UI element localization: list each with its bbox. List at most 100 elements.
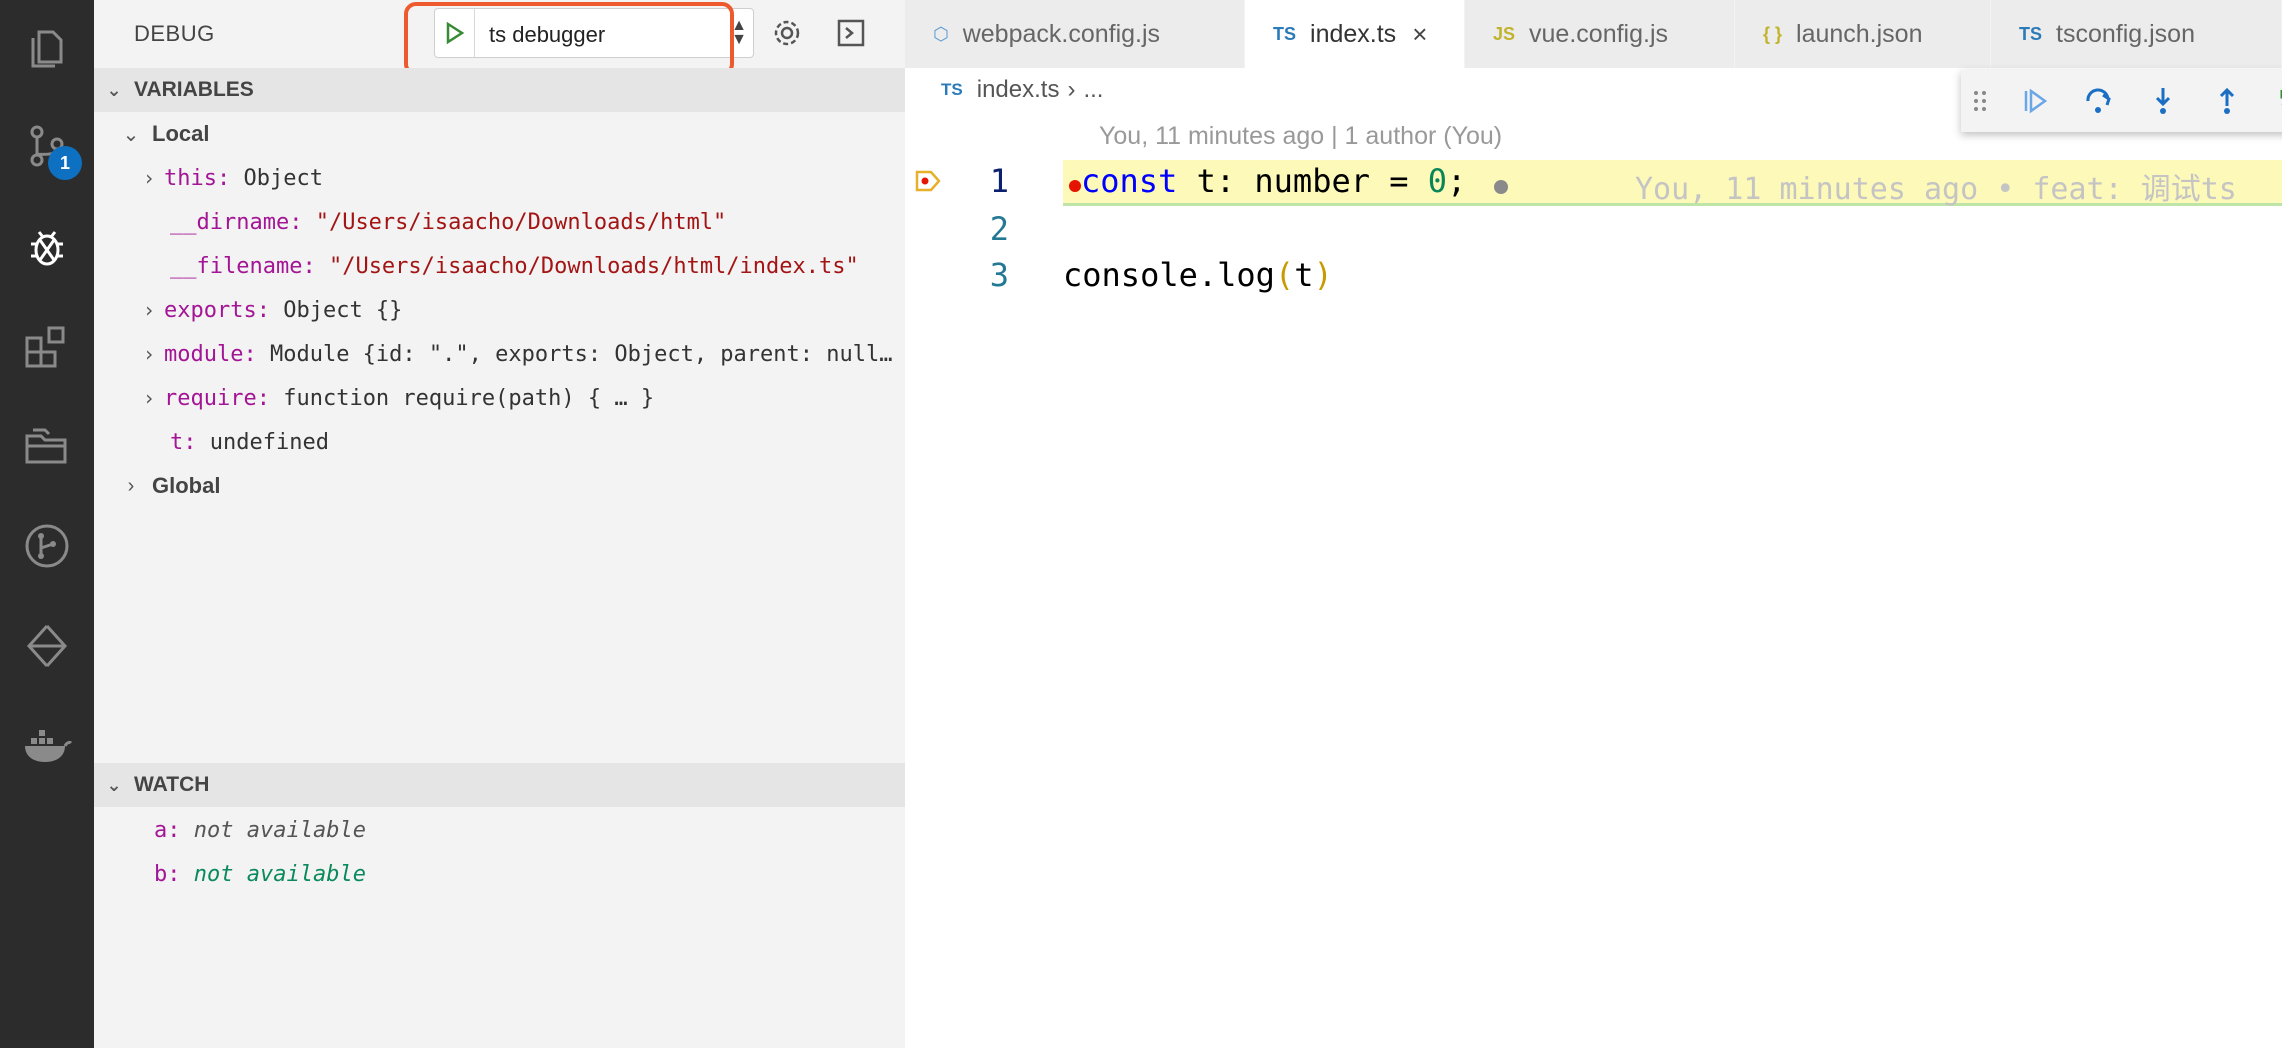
- variable-dirname[interactable]: __dirname: "/Users/isaacho/Downloads/htm…: [94, 200, 905, 244]
- drag-handle-icon[interactable]: [1967, 79, 1993, 123]
- debug-header: DEBUG ts debugger ▲ ▼: [94, 0, 905, 76]
- variable-name: __dirname:: [170, 209, 303, 235]
- variable-name: exports:: [164, 297, 270, 323]
- watch-section-header[interactable]: ⌄ WATCH: [94, 763, 905, 807]
- variable-value: "/Users/isaacho/Downloads/html/index.ts": [328, 253, 859, 279]
- remote-icon[interactable]: [19, 618, 75, 674]
- variable-filename[interactable]: __filename: "/Users/isaacho/Downloads/ht…: [94, 244, 905, 288]
- tab-label: launch.json: [1796, 19, 1923, 48]
- tab-label: vue.config.js: [1529, 19, 1668, 48]
- tab-launch-json[interactable]: { } launch.json: [1735, 0, 1991, 68]
- variable-name: this:: [164, 165, 231, 191]
- watch-name: a:: [154, 817, 181, 843]
- typescript-icon: TS: [941, 80, 963, 99]
- close-icon[interactable]: ×: [1412, 19, 1427, 50]
- tab-index-ts[interactable]: TS index.ts ×: [1245, 0, 1465, 68]
- variable-name: module:: [164, 341, 257, 367]
- restart-button[interactable]: [2269, 79, 2282, 123]
- code-segment: t: number =: [1177, 162, 1428, 200]
- annotation-highlight: [404, 2, 734, 76]
- step-out-button[interactable]: [2205, 79, 2249, 123]
- scope-local-label: Local: [152, 121, 210, 146]
- variable-value: function require(path) { … }: [283, 385, 655, 411]
- debug-icon[interactable]: [19, 220, 75, 276]
- code-segment: console.log: [1063, 256, 1275, 294]
- webpack-icon: ⬡: [933, 23, 949, 44]
- debug-toolbar: [1961, 70, 2282, 132]
- variable-name: require:: [164, 385, 270, 411]
- paren: (: [1274, 256, 1295, 294]
- folders-icon[interactable]: [19, 418, 75, 474]
- code-segment: t: [1294, 256, 1314, 294]
- variable-value: "/Users/isaacho/Downloads/html": [315, 209, 727, 235]
- continue-button[interactable]: [2013, 79, 2057, 123]
- scope-global[interactable]: › Global: [94, 464, 905, 508]
- variable-value: undefined: [209, 429, 329, 455]
- watch-item-b[interactable]: b: not available: [94, 852, 905, 896]
- tsconfig-icon: TS: [2019, 23, 2043, 44]
- variable-name: __filename:: [170, 253, 316, 279]
- code-segment: ;: [1447, 162, 1467, 200]
- extensions-icon[interactable]: [19, 318, 75, 374]
- step-into-button[interactable]: [2141, 79, 2185, 123]
- step-over-icon: [2086, 88, 2111, 113]
- chevron-down-icon: ⌄: [106, 79, 122, 100]
- watch-item-a[interactable]: a: not available: [94, 808, 905, 852]
- watch-name: b:: [154, 861, 181, 887]
- variable-value: Object {}: [283, 297, 403, 323]
- debug-sidebar: DEBUG ts debugger ▲ ▼ ⌄ VARIABLES ⌄ Local…: [94, 0, 905, 1048]
- javascript-icon: JS: [1493, 23, 1516, 44]
- breadcrumb[interactable]: TS index.ts › ...: [941, 76, 1103, 104]
- inline-breakpoint-icon[interactable]: [1494, 180, 1508, 194]
- code-line-1[interactable]: 1 const t: number = 0; You, 11 minutes a…: [905, 160, 2282, 207]
- step-out-icon: [2219, 87, 2235, 114]
- git-graph-icon[interactable]: [19, 518, 75, 574]
- code-line-2[interactable]: 2: [905, 206, 2282, 252]
- tab-webpack-config[interactable]: ⬡ webpack.config.js: [905, 0, 1245, 68]
- tab-label: index.ts: [1310, 19, 1397, 48]
- variable-this[interactable]: › this: Object: [94, 156, 905, 200]
- code-line-3[interactable]: 3 console.log(t): [905, 254, 2282, 300]
- tab-label: tsconfig.json: [2056, 19, 2195, 48]
- gear-icon[interactable]: [768, 14, 806, 52]
- docker-icon[interactable]: [19, 718, 75, 774]
- tab-label: webpack.config.js: [962, 19, 1161, 48]
- source-control-badge: 1: [48, 146, 82, 180]
- step-over-button[interactable]: [2077, 79, 2121, 123]
- continue-icon: [2024, 88, 2048, 114]
- typescript-icon: TS: [1273, 23, 1297, 44]
- number-literal: 0: [1427, 162, 1448, 200]
- chevron-right-icon: ›: [127, 474, 135, 497]
- chevron-right-icon: ›: [142, 298, 156, 322]
- variable-require[interactable]: › require: function require(path) { … }: [94, 376, 905, 420]
- tab-vue-config[interactable]: JS vue.config.js: [1465, 0, 1735, 68]
- json-icon: { }: [1763, 23, 1783, 44]
- codelens-blame[interactable]: You, 11 minutes ago | 1 author (You): [1099, 122, 1502, 151]
- variable-t[interactable]: t: undefined: [94, 420, 905, 464]
- variable-exports[interactable]: › exports: Object {}: [94, 288, 905, 332]
- chevron-right-icon: ›: [142, 166, 156, 190]
- breadcrumb-rest[interactable]: ...: [1083, 76, 1103, 104]
- paren: ): [1313, 256, 1333, 294]
- chevron-right-icon: ›: [142, 342, 156, 366]
- variable-value: Module {id: ".", exports: Object, parent…: [269, 341, 893, 367]
- restart-icon: [2280, 90, 2282, 106]
- activity-bar: 1: [0, 0, 94, 1048]
- breadcrumb-separator: ›: [1067, 76, 1076, 103]
- breakpoint-icon[interactable]: [1069, 180, 1081, 192]
- step-into-icon: [2155, 88, 2171, 114]
- chevron-right-icon: ›: [142, 386, 156, 410]
- scope-local[interactable]: ⌄ Local: [94, 112, 905, 156]
- line-number: 3: [989, 256, 1009, 294]
- sidebar-title: DEBUG: [134, 21, 215, 46]
- explorer-icon[interactable]: [19, 20, 75, 76]
- watch-value: not available: [193, 861, 366, 887]
- debug-console-icon[interactable]: [832, 14, 870, 52]
- line-number: 1: [989, 162, 1009, 200]
- watch-header-label: WATCH: [134, 773, 210, 796]
- inline-blame: You, 11 minutes ago • feat: 调试ts: [1635, 172, 2237, 207]
- breadcrumb-file[interactable]: index.ts: [977, 76, 1060, 104]
- variables-section-header[interactable]: ⌄ VARIABLES: [94, 68, 905, 112]
- variable-module[interactable]: › module: Module {id: ".", exports: Obje…: [94, 332, 905, 376]
- tab-tsconfig-json[interactable]: TS tsconfig.json: [1991, 0, 2282, 68]
